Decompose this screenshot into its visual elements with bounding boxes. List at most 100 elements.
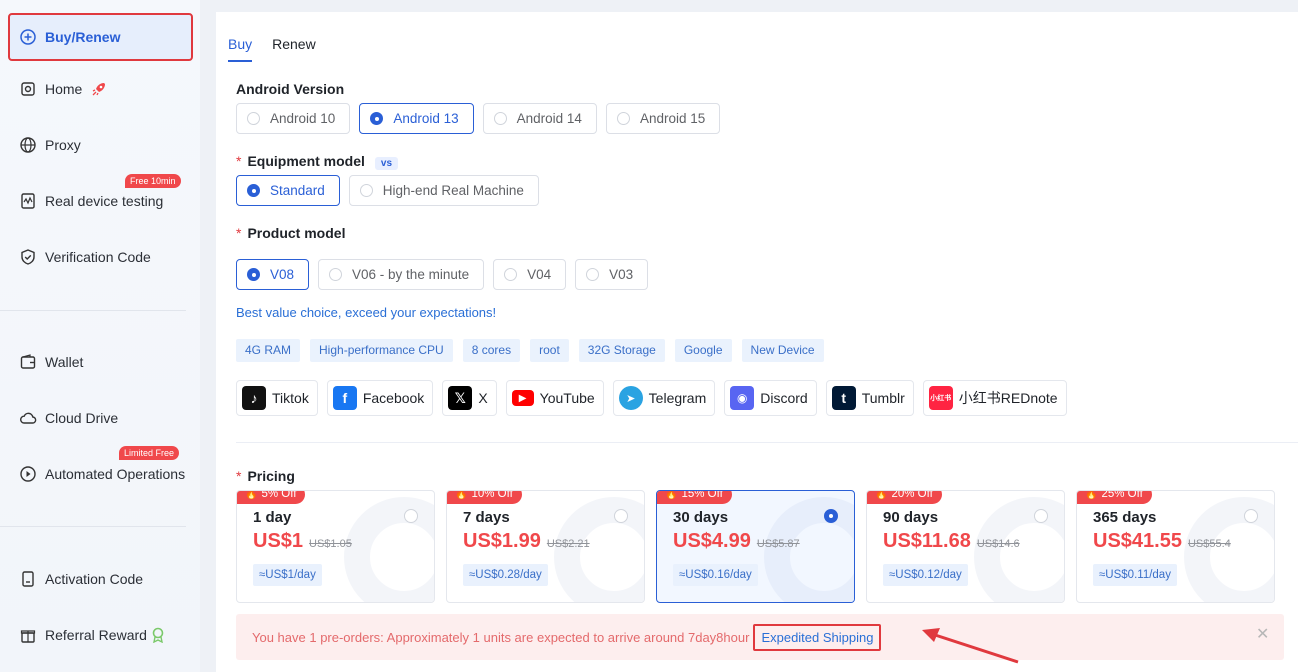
original-price: US$55.4 bbox=[1187, 538, 1231, 550]
app-name: X bbox=[478, 390, 488, 406]
radio-icon[interactable] bbox=[1034, 509, 1048, 523]
option-android-15[interactable]: Android 15 bbox=[605, 103, 721, 134]
option-v06[interactable]: V06 - by the minute bbox=[318, 259, 485, 290]
tab-buy[interactable]: Buy bbox=[228, 36, 253, 62]
plan-price: US$1 US$1.05 bbox=[253, 530, 352, 553]
plan-card-365-days[interactable]: 🔥 25% Off 365 days US$41.55 US$55.4 ≈US$0.… bbox=[1076, 490, 1275, 603]
feature-tag: 32G Storage bbox=[578, 339, 665, 362]
per-day-price: ≈US$0.16/day bbox=[673, 564, 758, 586]
option-v08[interactable]: V08 bbox=[236, 259, 310, 290]
radio-icon bbox=[616, 112, 630, 125]
sidebar-item-label: Cloud Drive bbox=[45, 410, 119, 426]
app-rednote: 小红书 小红书REDnote bbox=[922, 380, 1067, 416]
label-text: Equipment model bbox=[247, 153, 365, 169]
plan-price: US$4.99 US$5.87 bbox=[673, 530, 800, 553]
app-telegram: ➤ Telegram bbox=[612, 380, 716, 416]
globe-icon bbox=[19, 136, 37, 154]
option-android-13[interactable]: Android 13 bbox=[359, 103, 474, 134]
app-discord: ◉ Discord bbox=[724, 380, 817, 416]
radio-checked-icon bbox=[247, 184, 260, 197]
section-divider bbox=[236, 442, 1298, 443]
radio-icon bbox=[493, 112, 507, 125]
discount-badge: 🔥 15% Off bbox=[657, 490, 732, 504]
price-value: US$1 bbox=[253, 530, 304, 552]
close-icon[interactable]: ✕ bbox=[1256, 627, 1270, 643]
feature-tag: Google bbox=[674, 339, 732, 362]
radio-checked-icon[interactable] bbox=[824, 509, 838, 523]
option-android-14[interactable]: Android 14 bbox=[482, 103, 597, 134]
sidebar-item-cloud-drive[interactable]: Cloud Drive bbox=[8, 395, 192, 441]
telegram-icon: ➤ bbox=[618, 386, 643, 410]
radio-checked-icon bbox=[247, 268, 260, 281]
sidebar-item-label: Referral Reward bbox=[45, 627, 147, 643]
app-facebook: f Facebook bbox=[326, 380, 434, 416]
tumblr-icon: t bbox=[831, 386, 856, 410]
sidebar-item-label: Automated Operations bbox=[45, 466, 186, 482]
radio-icon[interactable] bbox=[614, 509, 628, 523]
tab-renew[interactable]: Renew bbox=[272, 36, 316, 62]
app-x: 𝕏X bbox=[442, 380, 497, 416]
option-standard[interactable]: Standard bbox=[236, 175, 340, 206]
discord-icon: ◉ bbox=[730, 386, 755, 410]
plan-card-30-days[interactable]: 🔥 15% Off 30 days US$4.99 US$5.87 ≈US$0.16… bbox=[656, 490, 855, 603]
referral-icon bbox=[19, 626, 37, 644]
plan-card-90-days[interactable]: 🔥 20% Off 90 days US$11.68 US$14.6 ≈US$0.1… bbox=[866, 490, 1065, 603]
supported-apps: ♪ Tiktok f Facebook 𝕏X ▶ YouTube ➤ Telegram … bbox=[236, 380, 1067, 416]
option-android-10[interactable]: Android 10 bbox=[236, 103, 351, 134]
product-model-label: * Product model bbox=[236, 225, 345, 241]
app-name: Telegram bbox=[648, 390, 707, 406]
expedited-shipping-link[interactable]: Expedited Shipping bbox=[753, 623, 882, 651]
price-value: US$41.55 bbox=[1093, 530, 1182, 552]
option-v03[interactable]: V03 bbox=[575, 259, 649, 290]
option-v04[interactable]: V04 bbox=[493, 259, 567, 290]
option-label: High-end Real Machine bbox=[382, 183, 524, 198]
discount-badge: 🔥 25% Off bbox=[1077, 491, 1152, 504]
product-model-options: V08 V06 - by the minute V04 V03 bbox=[236, 259, 649, 290]
app-tiktok: ♪ Tiktok bbox=[236, 380, 318, 416]
shield-icon bbox=[19, 248, 37, 266]
sidebar-item-buy-renew[interactable]: Buy/Renew bbox=[8, 14, 192, 60]
sidebar-item-label: Proxy bbox=[45, 137, 81, 153]
option-label: Android 13 bbox=[393, 111, 459, 126]
android-version-options: Android 10 Android 13 Android 14 Android… bbox=[236, 103, 721, 134]
discount-badge: 🔥 10% Off bbox=[447, 491, 522, 504]
android-version-label: Android Version bbox=[236, 81, 345, 97]
radio-icon bbox=[247, 112, 260, 125]
fire-icon: 🔥 bbox=[875, 490, 888, 500]
plan-duration: 1 day bbox=[253, 509, 292, 526]
plan-card-1-day[interactable]: 🔥 5% Off 1 day US$1 US$1.05 ≈US$1/day bbox=[236, 490, 435, 603]
radio-icon[interactable] bbox=[1244, 509, 1258, 523]
app-name: Facebook bbox=[362, 390, 425, 406]
discount-badge: 🔥 5% Off bbox=[237, 491, 306, 504]
sidebar-item-referral-reward[interactable]: Referral Reward bbox=[8, 612, 192, 658]
option-high-end-real-machine[interactable]: High-end Real Machine bbox=[348, 175, 539, 206]
plan-card-7-days[interactable]: 🔥 10% Off 7 days US$1.99 US$2.21 ≈US$0.28/… bbox=[446, 490, 645, 603]
equipment-model-label: * Equipment model vs bbox=[236, 153, 399, 170]
sidebar-item-automated-operations[interactable]: Automated Operations bbox=[8, 451, 192, 497]
wallet-icon bbox=[19, 353, 37, 371]
tab-bar: Buy Renew bbox=[228, 36, 316, 62]
app-youtube: ▶ YouTube bbox=[505, 380, 604, 416]
sidebar-item-wallet[interactable]: Wallet bbox=[8, 339, 192, 385]
vs-button[interactable]: vs bbox=[374, 157, 399, 170]
sidebar-item-verification-code[interactable]: Verification Code bbox=[8, 234, 192, 280]
sidebar-item-real-device-testing[interactable]: Real device testing bbox=[8, 178, 192, 224]
automation-icon bbox=[19, 465, 37, 483]
sidebar-item-proxy[interactable]: Proxy bbox=[8, 122, 192, 168]
feature-tag: root bbox=[530, 339, 569, 362]
plan-duration: 90 days bbox=[883, 509, 939, 526]
radio-icon bbox=[586, 268, 600, 281]
radio-icon[interactable] bbox=[404, 509, 418, 523]
youtube-icon: ▶ bbox=[511, 390, 534, 406]
home-icon bbox=[19, 80, 37, 98]
app-name: Tumblr bbox=[861, 390, 905, 406]
sidebar-item-home[interactable]: Home bbox=[8, 66, 192, 112]
plan-duration: 365 days bbox=[1093, 509, 1157, 526]
original-price: US$2.21 bbox=[546, 538, 590, 550]
fire-icon: 🔥 bbox=[665, 490, 678, 500]
original-price: US$14.6 bbox=[976, 538, 1020, 550]
sidebar-item-activation-code[interactable]: Activation Code bbox=[8, 556, 192, 602]
label-text: Pricing bbox=[247, 468, 295, 484]
sidebar-divider bbox=[0, 310, 186, 311]
label-text: Product model bbox=[247, 225, 346, 241]
